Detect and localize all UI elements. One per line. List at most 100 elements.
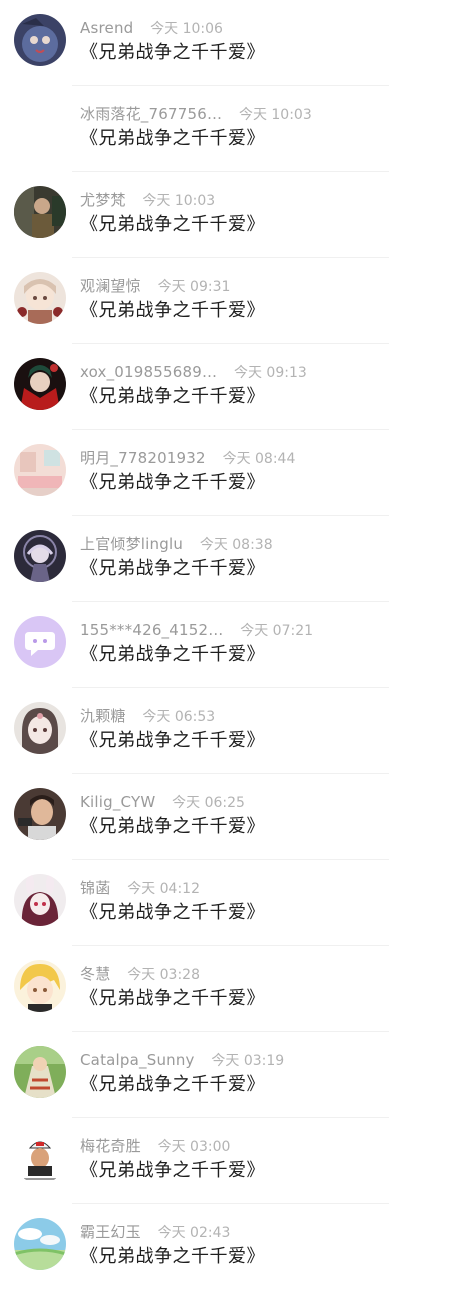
bunny-girl-avatar-icon	[14, 874, 66, 926]
avatar[interactable]	[14, 444, 66, 496]
comment-text: 《兄弟战争之千千爱》	[80, 1246, 265, 1267]
comment-item[interactable]: Catalpa_Sunny 今天 03:19 《兄弟战争之千千爱》	[0, 1032, 459, 1118]
anime-girl-avatar-icon	[14, 272, 66, 324]
timestamp: 今天 10:03	[142, 193, 216, 209]
comment-item[interactable]: 明月_778201932 今天 08:44 《兄弟战争之千千爱》	[0, 430, 459, 516]
timestamp: 今天 08:44	[222, 451, 296, 467]
dark-scene-avatar-icon	[14, 186, 66, 238]
username[interactable]: Kilig_CYW	[80, 793, 155, 811]
username[interactable]: 冬慧	[80, 965, 110, 983]
comment-text: 《兄弟战争之千千爱》	[80, 1160, 265, 1181]
timestamp: 今天 07:21	[240, 623, 314, 639]
comment-meta: 明月_778201932 今天 08:44	[80, 448, 295, 468]
red-green-character-avatar-icon	[14, 358, 66, 410]
comment-item[interactable]: 梅花奇胜 今天 03:00 《兄弟战争之千千爱》	[0, 1118, 459, 1204]
username[interactable]: 冰雨落花_767756…	[80, 105, 222, 123]
blonde-character-avatar-icon	[14, 960, 66, 1012]
avatar[interactable]	[14, 530, 66, 582]
comment-item[interactable]: 155***426_4152… 今天 07:21 《兄弟战争之千千爱》	[0, 602, 459, 688]
username[interactable]: 明月_778201932	[80, 449, 206, 467]
username[interactable]: 霸王幻玉	[80, 1223, 141, 1241]
username[interactable]: Asrend	[80, 19, 133, 37]
comment-item[interactable]: 尤梦梵 今天 10:03 《兄弟战争之千千爱》	[0, 172, 459, 258]
comment-item[interactable]: 冬慧 今天 03:28 《兄弟战争之千千爱》	[0, 946, 459, 1032]
comment-item[interactable]: 霸王幻玉 今天 02:43 《兄弟战争之千千爱》	[0, 1204, 459, 1290]
sticker-avatar-icon	[14, 1132, 66, 1184]
comment-item[interactable]: 冰雨落花_767756… 今天 10:03 《兄弟战争之千千爱》	[0, 86, 459, 172]
comment-meta: 氿颗糖 今天 06:53	[80, 706, 215, 726]
username[interactable]: 尤梦梵	[80, 191, 126, 209]
comment-meta: 尤梦梵 今天 10:03	[80, 190, 215, 210]
comment-meta: Asrend 今天 10:06	[80, 18, 223, 38]
username[interactable]: 梅花奇胜	[80, 1137, 141, 1155]
comment-item[interactable]: Kilig_CYW 今天 06:25 《兄弟战争之千千爱》	[0, 774, 459, 860]
username[interactable]: 上官倾梦linglu	[80, 535, 183, 553]
pink-room-avatar-icon	[14, 444, 66, 496]
avatar[interactable]	[14, 1218, 66, 1270]
avatar[interactable]	[14, 616, 66, 668]
timestamp: 今天 06:53	[142, 709, 216, 725]
dark-anime-avatar-icon	[14, 530, 66, 582]
comment-meta: xox_019855689… 今天 09:13	[80, 362, 307, 382]
comment-meta: 霸王幻玉 今天 02:43	[80, 1222, 230, 1242]
comment-meta: 冬慧 今天 03:28	[80, 964, 200, 984]
avatar[interactable]	[14, 358, 66, 410]
comment-meta: 锦菡 今天 04:12	[80, 878, 200, 898]
timestamp: 今天 04:12	[127, 881, 200, 897]
dark-blue-character-avatar-icon	[14, 14, 66, 66]
comment-item[interactable]: 观澜望惊 今天 09:31 《兄弟战争之千千爱》	[0, 258, 459, 344]
comment-text: 《兄弟战争之千千爱》	[80, 902, 265, 923]
comment-text: 《兄弟战争之千千爱》	[80, 472, 265, 493]
avatar[interactable]	[14, 702, 66, 754]
comment-meta: 观澜望惊 今天 09:31	[80, 276, 230, 296]
comment-text: 《兄弟战争之千千爱》	[80, 1074, 265, 1095]
comment-item[interactable]: 锦菡 今天 04:12 《兄弟战争之千千爱》	[0, 860, 459, 946]
avatar[interactable]	[14, 788, 66, 840]
comment-meta: 155***426_4152… 今天 07:21	[80, 620, 313, 640]
timestamp: 今天 03:19	[211, 1053, 285, 1069]
avatar[interactable]	[14, 1046, 66, 1098]
timestamp: 今天 06:25	[172, 795, 245, 811]
username[interactable]: 锦菡	[80, 879, 110, 897]
green-landscape-avatar-icon	[14, 1046, 66, 1098]
sketch-girl-avatar-icon	[14, 702, 66, 754]
avatar[interactable]	[14, 272, 66, 324]
timestamp: 今天 10:06	[150, 21, 223, 37]
default-chat-bubble-avatar-icon	[14, 616, 66, 668]
avatar[interactable]	[14, 186, 66, 238]
comment-item[interactable]: 上官倾梦linglu 今天 08:38 《兄弟战争之千千爱》	[0, 516, 459, 602]
comment-text: 《兄弟战争之千千爱》	[80, 386, 265, 407]
timestamp: 今天 02:43	[157, 1225, 231, 1241]
comment-meta: Catalpa_Sunny 今天 03:19	[80, 1050, 284, 1070]
photo-person-avatar-icon	[14, 788, 66, 840]
username[interactable]: 氿颗糖	[80, 707, 126, 725]
comment-text: 《兄弟战争之千千爱》	[80, 128, 265, 149]
comment-meta: 梅花奇胜 今天 03:00	[80, 1136, 230, 1156]
timestamp: 今天 09:13	[233, 365, 307, 381]
comment-meta: 冰雨落花_767756… 今天 10:03	[80, 104, 312, 124]
comment-item[interactable]: Asrend 今天 10:06 《兄弟战争之千千爱》	[0, 0, 459, 86]
username[interactable]: 观澜望惊	[80, 277, 141, 295]
avatar[interactable]	[14, 1132, 66, 1184]
comment-text: 《兄弟战争之千千爱》	[80, 558, 265, 579]
comment-text: 《兄弟战争之千千爱》	[80, 816, 265, 837]
avatar[interactable]	[14, 874, 66, 926]
comment-text: 《兄弟战争之千千爱》	[80, 988, 265, 1009]
timestamp: 今天 10:03	[238, 107, 312, 123]
comment-text: 《兄弟战争之千千爱》	[80, 42, 265, 63]
comment-text: 《兄弟战争之千千爱》	[80, 730, 265, 751]
comment-meta: Kilig_CYW 今天 06:25	[80, 792, 245, 812]
username[interactable]: 155***426_4152…	[80, 621, 223, 639]
username[interactable]: xox_019855689…	[80, 363, 217, 381]
comment-item[interactable]: 氿颗糖 今天 06:53 《兄弟战争之千千爱》	[0, 688, 459, 774]
comment-text: 《兄弟战争之千千爱》	[80, 214, 265, 235]
sky-landscape-avatar-icon	[14, 1218, 66, 1270]
comment-item[interactable]: xox_019855689… 今天 09:13 《兄弟战争之千千爱》	[0, 344, 459, 430]
avatar[interactable]	[14, 960, 66, 1012]
timestamp: 今天 03:00	[157, 1139, 231, 1155]
username[interactable]: Catalpa_Sunny	[80, 1051, 195, 1069]
avatar[interactable]	[14, 14, 66, 66]
timestamp: 今天 08:38	[199, 537, 273, 553]
timestamp: 今天 03:28	[127, 967, 200, 983]
comment-meta: 上官倾梦linglu 今天 08:38	[80, 534, 273, 554]
